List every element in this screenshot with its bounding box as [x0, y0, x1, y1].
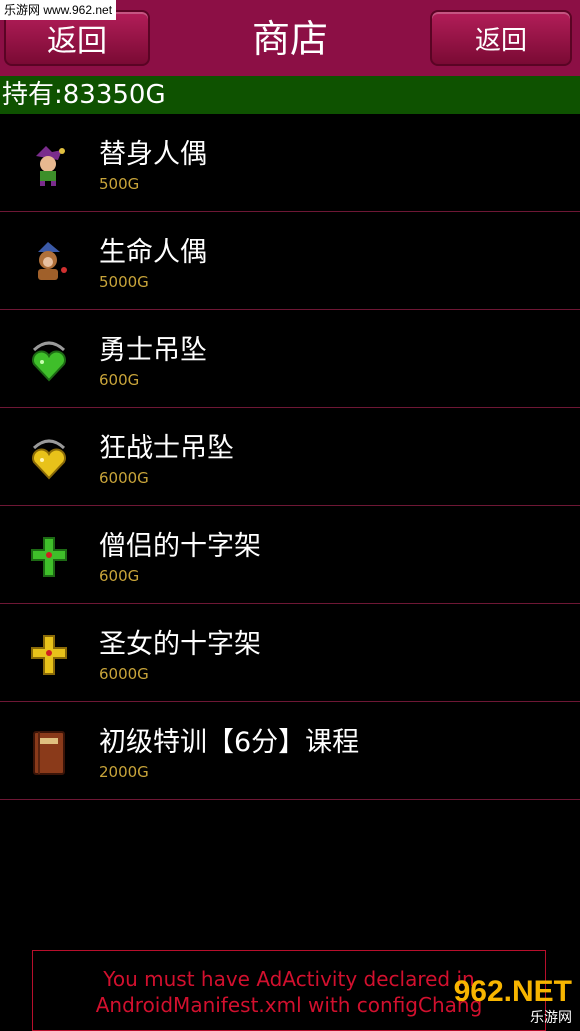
item-name: 生命人偶: [99, 237, 207, 268]
item-price: 2000G: [99, 763, 149, 781]
item-name: 勇士吊坠: [99, 335, 207, 366]
shop-item-list: 替身人偶 500G 生命人偶 5000G 勇士吊坠 600G 狂战士吊坠 600…: [0, 114, 580, 800]
shop-item[interactable]: 勇士吊坠 600G: [0, 310, 580, 408]
item-price: 6000G: [99, 665, 149, 683]
item-name: 圣女的十字架: [99, 629, 261, 660]
site-watermark-top: 乐游网 www.962.net: [0, 0, 117, 20]
shop-item[interactable]: 生命人偶 5000G: [0, 212, 580, 310]
item-price: 5000G: [99, 273, 149, 291]
item-name: 狂战士吊坠: [99, 433, 234, 464]
gold-heart-pendant-icon: [32, 439, 66, 480]
jester-doll-icon: [36, 146, 65, 186]
gold-balance: 持有:83350G: [0, 76, 580, 114]
item-price: 6000G: [99, 469, 149, 487]
item-name: 僧侣的十字架: [99, 531, 261, 562]
gold-cross-icon: [31, 635, 67, 675]
item-price: 600G: [99, 567, 140, 585]
green-heart-pendant-icon: [32, 341, 66, 382]
watermark-site-name: 乐游网: [530, 1009, 572, 1025]
item-price: 500G: [99, 175, 140, 193]
back-button-right[interactable]: 返回: [430, 10, 572, 66]
site-watermark-logo: 962.NET 乐游网: [454, 977, 572, 1027]
item-name: 初级特训【6分】课程: [99, 727, 360, 758]
item-name: 替身人偶: [99, 139, 207, 170]
shop-item[interactable]: 狂战士吊坠 6000G: [0, 408, 580, 506]
green-cross-icon: [31, 537, 67, 577]
shop-item[interactable]: 僧侣的十字架 600G: [0, 506, 580, 604]
book-icon: [33, 731, 65, 775]
watermark-domain: 962.NET: [453, 975, 572, 1008]
item-price: 600G: [99, 371, 140, 389]
shop-item[interactable]: 初级特训【6分】课程 2000G: [0, 702, 580, 800]
shop-item[interactable]: 替身人偶 500G: [0, 114, 580, 212]
monkey-doll-icon: [38, 242, 67, 280]
shop-item[interactable]: 圣女的十字架 6000G: [0, 604, 580, 702]
